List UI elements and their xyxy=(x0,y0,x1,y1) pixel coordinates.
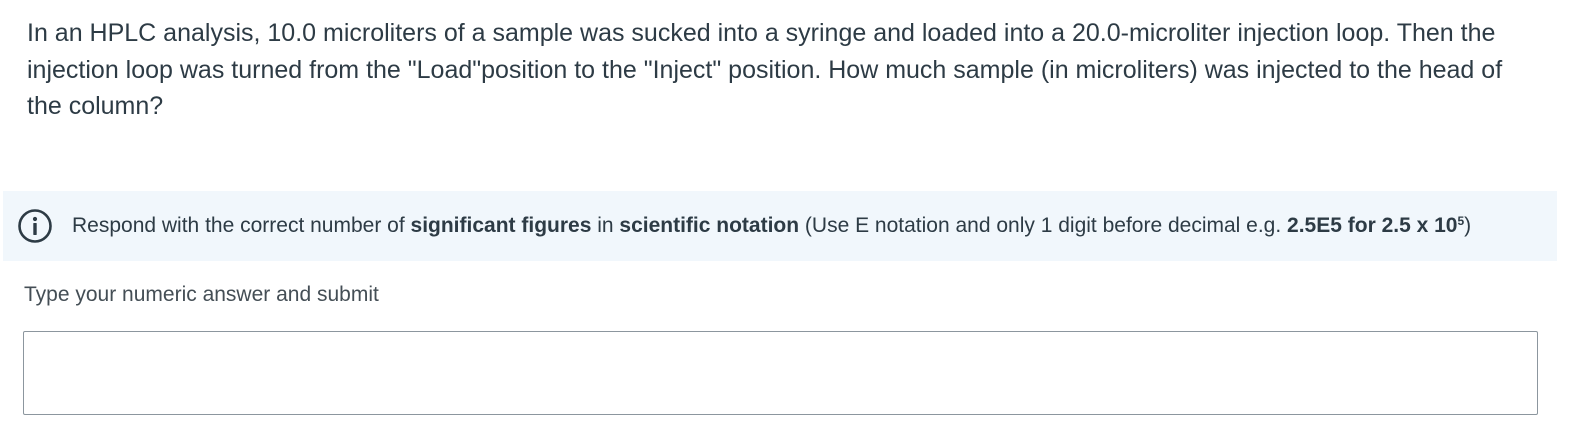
instructions-text: Respond with the correct number of signi… xyxy=(72,214,1471,238)
instructions-example: 2.5E5 for 2.5 x 105 xyxy=(1287,214,1464,237)
numeric-answer-input[interactable] xyxy=(23,331,1538,415)
answer-label: Type your numeric answer and submit xyxy=(24,283,379,306)
instructions-banner: Respond with the correct number of signi… xyxy=(3,191,1557,261)
question-text: In an HPLC analysis, 10.0 microliters of… xyxy=(27,19,1503,120)
instructions-part-3: (Use E notation and only 1 digit before … xyxy=(799,214,1288,237)
instructions-scientific-notation: scientific notation xyxy=(619,214,800,237)
info-icon xyxy=(17,208,53,244)
instructions-part-1: Respond with the correct number of xyxy=(72,214,411,237)
instructions-part-2: in xyxy=(591,214,620,237)
instructions-significant-figures: significant figures xyxy=(410,214,592,237)
instructions-part-4: ) xyxy=(1464,214,1472,237)
instructions-example-base: 2.5E5 for 2.5 x 10 xyxy=(1287,214,1458,237)
